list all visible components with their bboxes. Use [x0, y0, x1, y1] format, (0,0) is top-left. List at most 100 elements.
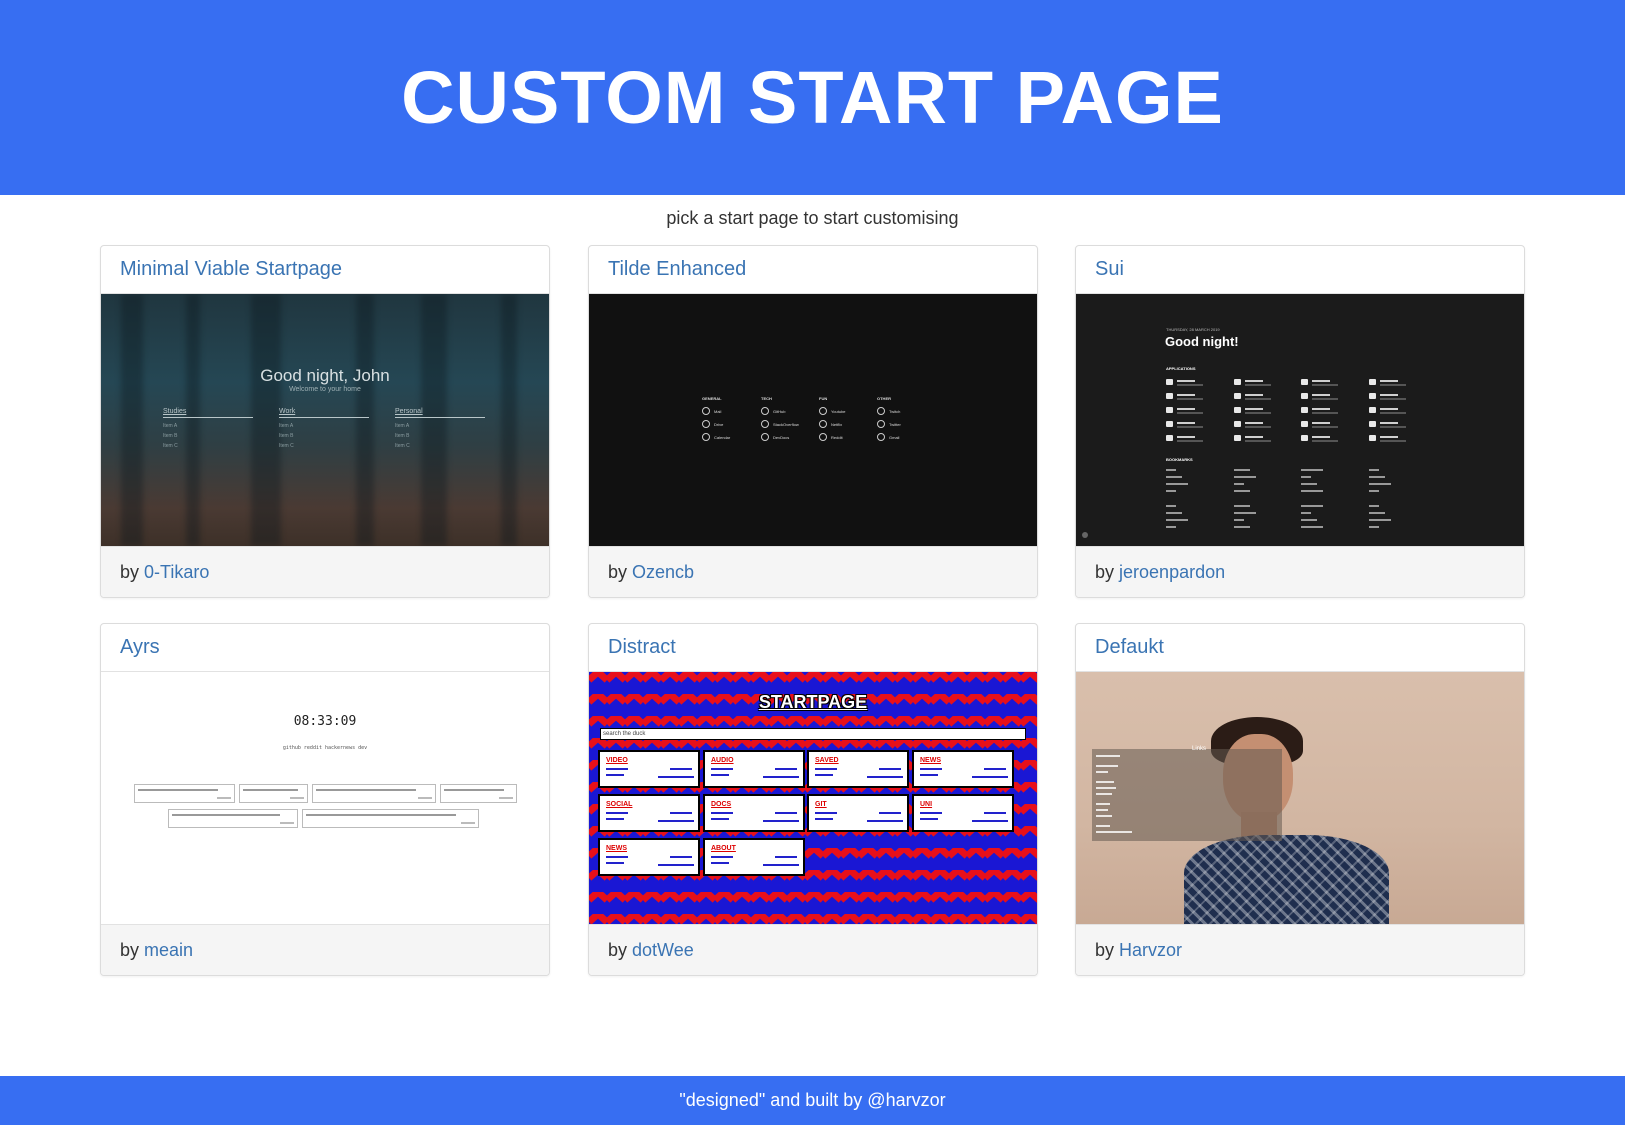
preview-column: Personal Item A Item B Item C	[395, 408, 485, 453]
preview-title: STARTPAGE	[758, 692, 868, 712]
card-title[interactable]: Ayrs	[101, 624, 549, 672]
preview-tile: SAVED	[807, 750, 909, 788]
card-footer: by 0-Tikaro	[101, 546, 549, 597]
bookmark-line	[1166, 505, 1176, 507]
bookmark-line	[1369, 512, 1385, 514]
preview-column: Studies Item A Item B Item C	[163, 408, 253, 453]
app-icon	[1301, 435, 1308, 441]
preview-section-label: APPLICATIONS	[1166, 366, 1196, 371]
author-link[interactable]: Ozencb	[632, 562, 694, 582]
preview-tile: UNI	[912, 794, 1014, 832]
by-label: by	[608, 562, 628, 582]
bookmark-line	[1234, 512, 1256, 514]
bookmark-line	[1301, 505, 1323, 507]
startpage-card-sui[interactable]: Sui THURSDAY, 28 MARCH 2019 Good night! …	[1075, 245, 1525, 598]
app-icon	[1369, 379, 1376, 385]
author-link[interactable]: jeroenpardon	[1119, 562, 1225, 582]
preview-search: search the duck	[600, 728, 1026, 740]
bookmark-line	[1166, 490, 1176, 492]
card-footer: by jeroenpardon	[1076, 546, 1524, 597]
preview-tile: ABOUT	[703, 838, 805, 876]
startpage-card-distract[interactable]: Distract STARTPAGE search the duck VIDEO…	[588, 623, 1038, 976]
bookmark-line	[1301, 483, 1317, 485]
bookmark-line	[1166, 519, 1188, 521]
card-title[interactable]: Minimal Viable Startpage	[101, 246, 549, 294]
card-footer: by dotWee	[589, 924, 1037, 975]
preview-image-minimal[interactable]: Good night, John Welcome to your home St…	[101, 294, 549, 546]
bookmark-line	[1369, 483, 1391, 485]
card-footer: by meain	[101, 924, 549, 975]
bookmark-line	[1369, 526, 1379, 528]
app-icon	[1166, 421, 1173, 427]
app-icon	[1301, 407, 1308, 413]
preview-subtitle: Welcome to your home	[289, 386, 361, 393]
card-title[interactable]: Defaukt	[1076, 624, 1524, 672]
app-icon	[1369, 421, 1376, 427]
page-header: CUSTOM START PAGE	[0, 0, 1625, 195]
bookmark-line	[1166, 483, 1188, 485]
bookmark-line	[1234, 469, 1250, 471]
preview-image-sui[interactable]: THURSDAY, 28 MARCH 2019 Good night! APPL…	[1076, 294, 1524, 546]
startpage-card-ayrs[interactable]: Ayrs 08:33:09 github reddit hackernews d…	[100, 623, 550, 976]
app-icon	[1166, 435, 1173, 441]
preview-tile: DOCS	[703, 794, 805, 832]
preview-links: github reddit hackernews dev	[282, 745, 368, 751]
preview-image-defaukt[interactable]: Links	[1076, 672, 1524, 924]
preview-image-ayrs[interactable]: 08:33:09 github reddit hackernews dev	[101, 672, 549, 924]
app-icon	[1234, 393, 1241, 399]
preview-tile: NEWS	[912, 750, 1014, 788]
card-title[interactable]: Distract	[589, 624, 1037, 672]
bookmark-line	[1166, 526, 1176, 528]
bookmark-line	[1301, 476, 1311, 478]
card-title[interactable]: Sui	[1076, 246, 1524, 294]
bookmark-line	[1369, 490, 1379, 492]
bookmark-line	[1166, 476, 1182, 478]
preview-tile: VIDEO	[598, 750, 700, 788]
bookmark-line	[1166, 512, 1182, 514]
startpage-card-minimal[interactable]: Minimal Viable Startpage Good night, Joh…	[100, 245, 550, 598]
app-icon	[1234, 435, 1241, 441]
preview-date: THURSDAY, 28 MARCH 2019	[1166, 327, 1220, 332]
preview-links-panel: Links	[1092, 746, 1282, 841]
app-icon	[1166, 407, 1173, 413]
by-label: by	[608, 940, 628, 960]
bookmark-line	[1166, 469, 1176, 471]
author-link[interactable]: dotWee	[632, 940, 694, 960]
app-icon	[1369, 435, 1376, 441]
app-icon	[1234, 421, 1241, 427]
bookmark-line	[1301, 469, 1323, 471]
bookmark-line	[1301, 512, 1311, 514]
app-icon	[1369, 407, 1376, 413]
preview-section-label: BOOKMARKS	[1166, 457, 1193, 462]
bookmark-line	[1301, 519, 1317, 521]
preview-column: FUN Youtube Netflix Reddit	[819, 396, 846, 441]
card-title[interactable]: Tilde Enhanced	[589, 246, 1037, 294]
app-icon	[1234, 379, 1241, 385]
card-footer: by Ozencb	[589, 546, 1037, 597]
startpage-card-tilde[interactable]: Tilde Enhanced GENERAL Mail Drive Calend…	[588, 245, 1038, 598]
app-icon	[1166, 393, 1173, 399]
bookmark-line	[1301, 526, 1323, 528]
page-title: CUSTOM START PAGE	[401, 56, 1224, 139]
preview-tile: NEWS	[598, 838, 700, 876]
preview-image-distract[interactable]: STARTPAGE search the duck VIDEO AUDIO SAVE…	[589, 672, 1037, 924]
settings-icon	[1082, 532, 1088, 538]
author-link[interactable]: 0-Tikaro	[144, 562, 209, 582]
preview-column: GENERAL Mail Drive Calendar	[702, 396, 731, 441]
by-label: by	[1095, 940, 1115, 960]
bookmark-line	[1234, 490, 1250, 492]
preview-image-tilde[interactable]: GENERAL Mail Drive Calendar TECH GitHub …	[589, 294, 1037, 546]
bookmark-line	[1301, 490, 1323, 492]
bookmark-line	[1369, 519, 1391, 521]
startpage-card-defaukt[interactable]: Defaukt Links by Harvzor	[1075, 623, 1525, 976]
preview-greeting: Good night!	[1165, 334, 1239, 349]
author-link[interactable]: Harvzor	[1119, 940, 1182, 960]
app-icon	[1301, 393, 1308, 399]
author-link[interactable]: meain	[144, 940, 193, 960]
bookmark-line	[1369, 505, 1379, 507]
app-icon	[1234, 407, 1241, 413]
app-icon	[1301, 421, 1308, 427]
bookmark-line	[1234, 505, 1250, 507]
by-label: by	[120, 562, 140, 582]
page-footer: "designed" and built by @harvzor	[0, 1076, 1625, 1125]
